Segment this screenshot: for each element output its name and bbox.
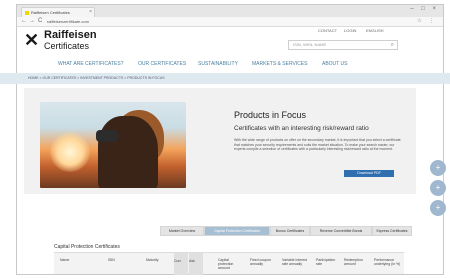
column-header[interactable]: Participation rate — [316, 258, 340, 266]
column-header[interactable]: Capital protection amount — [218, 258, 242, 270]
nav-item-markets-services[interactable]: MARKETS & SERVICES — [252, 61, 307, 67]
search-placeholder: ISIN, WKN, NAME — [293, 42, 327, 47]
nav-item-our-certificates[interactable]: OUR CERTIFICATES — [138, 61, 186, 67]
column-header[interactable]: Variable interest rate annually — [282, 258, 312, 266]
back-icon[interactable]: ← — [21, 18, 27, 24]
column-header[interactable]: Redemption amount — [344, 258, 368, 266]
person-silhouette — [98, 116, 158, 188]
tab-reverse-convertible-bonds[interactable]: Reverse Convertible Bonds — [310, 226, 372, 236]
logo-name[interactable]: Raiffeisen — [44, 30, 97, 41]
logo-icon[interactable]: ✕ — [24, 31, 40, 49]
tab-title: Raiffeisen Certificates — [31, 10, 70, 15]
window-controls[interactable]: – □ × — [410, 6, 439, 12]
bookmark-menu-icons[interactable]: ☆ ⋮ — [417, 18, 437, 24]
column-header[interactable]: Maturity — [146, 258, 158, 262]
column-header[interactable]: Name — [60, 258, 69, 262]
url-field[interactable]: raiffeisenzertifikate.com — [47, 19, 367, 25]
logo-subtitle: Certificates — [44, 41, 90, 51]
column-header[interactable]: Ask — [189, 253, 203, 275]
download-pdf-button[interactable]: Download PDF — [344, 170, 394, 177]
breadcrumb-text[interactable]: HOME > OUR CERTIFICATES > INVESTMENT PRO… — [28, 76, 165, 80]
language-link[interactable]: ENGLISH — [366, 28, 384, 33]
nav-item-about-us[interactable]: ABOUT US — [322, 61, 347, 67]
login-link[interactable]: LOGIN — [344, 28, 356, 33]
tab-close-icon[interactable]: × — [89, 8, 92, 17]
column-header[interactable]: Performance underlying (in %) — [374, 258, 402, 266]
hero-subtitle: Certificates with an interesting risk/re… — [234, 125, 369, 132]
browser-tabstrip: Raiffeisen Certificates × – □ × — [17, 5, 443, 17]
table-header-row: Name ISIN Maturity Curr. Ask Capital pro… — [54, 252, 404, 275]
side-action-button-3[interactable]: + — [430, 200, 446, 216]
tab-capital-protection[interactable]: Capital Protection Certificates — [204, 226, 270, 236]
column-header[interactable]: ISIN — [108, 258, 115, 262]
nav-item-sustainability[interactable]: SUSTAINABILITY — [198, 61, 238, 67]
sun-glow — [50, 132, 90, 172]
search-input[interactable]: ISIN, WKN, NAME ⌕ — [288, 40, 398, 50]
binoculars-icon — [96, 130, 118, 142]
tab-bonus-certificates[interactable]: Bonus Certificates — [270, 226, 310, 236]
hero-image — [40, 102, 186, 188]
address-bar: ← → C raiffeisenzertifikate.com ☆ ⋮ — [17, 17, 443, 27]
favicon-icon — [25, 11, 29, 15]
breadcrumb: HOME > OUR CERTIFICATES > INVESTMENT PRO… — [0, 73, 450, 84]
page-title: Products in Focus — [234, 110, 307, 120]
browser-tab[interactable]: Raiffeisen Certificates × — [21, 7, 95, 17]
column-header[interactable]: Curr. — [174, 253, 188, 275]
forward-icon[interactable]: → — [29, 18, 35, 24]
main-nav: WHAT ARE CERTIFICATES? OUR CERTIFICATES … — [0, 58, 450, 72]
table-title: Capital Protection Certificates — [54, 244, 120, 250]
tab-express-certificates[interactable]: Express Certificates — [372, 226, 412, 236]
tab-market-overview[interactable]: Market Overview — [160, 226, 204, 236]
side-action-button-1[interactable]: + — [430, 160, 446, 176]
hero-body-text: With the wide range of products on offer… — [234, 138, 401, 151]
side-action-button-2[interactable]: + — [430, 180, 446, 196]
column-header[interactable]: Fixed coupon annually — [250, 258, 278, 266]
search-icon[interactable]: ⌕ — [391, 41, 394, 49]
nav-item-what-are-certificates[interactable]: WHAT ARE CERTIFICATES? — [58, 61, 123, 67]
contact-link[interactable]: CONTACT — [318, 28, 337, 33]
reload-icon[interactable]: C — [38, 18, 42, 24]
